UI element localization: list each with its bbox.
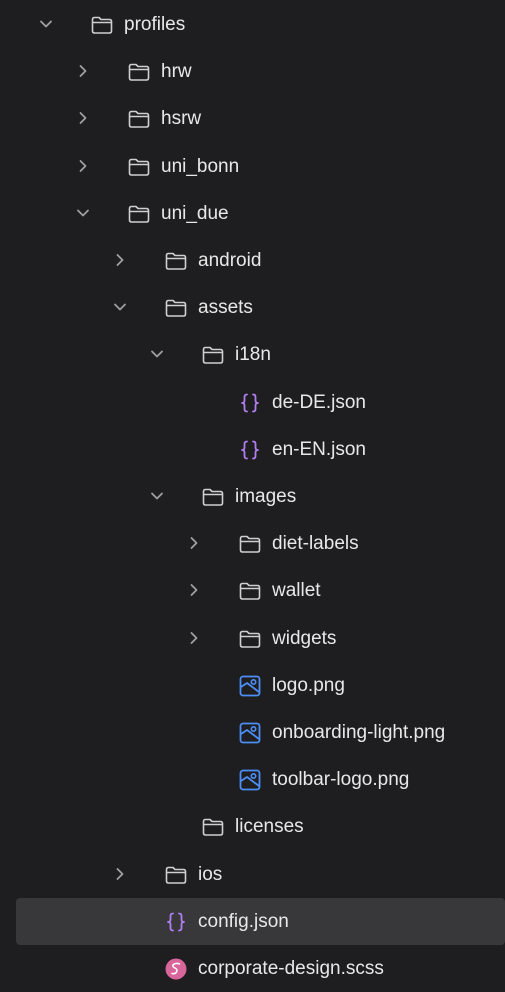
folder-icon [164,296,188,320]
folder-icon [127,60,151,84]
chevron-down-icon[interactable] [148,345,166,363]
file-tree: profiles hrw hsrw uni_bonn uni_dueandroid ass… [0,0,505,980]
chevron-right-icon[interactable] [185,534,203,552]
tree-row-de-de-json[interactable]: de-DE.json [0,379,505,426]
folder-icon [238,532,262,556]
folder-icon [90,13,114,37]
folder-icon [238,627,262,651]
tree-row-en-en-json[interactable]: en-EN.json [0,426,505,473]
tree-row-android[interactable]: android [0,237,505,284]
folder-icon [127,202,151,226]
chevron-right-icon[interactable] [111,251,129,269]
folder-icon [127,107,151,131]
tree-item-label: hsrw [161,108,202,130]
folder-icon [164,249,188,273]
tree-row-i18n[interactable]: i18n [0,331,505,378]
tree-row-widgets[interactable]: widgets [0,615,505,662]
chevron-right-icon[interactable] [185,629,203,647]
json-file-icon [238,438,262,462]
folder-icon [201,485,225,509]
tree-row-profiles[interactable]: profiles [0,1,505,48]
tree-row-uni-due[interactable]: uni_due [0,190,505,237]
tree-item-label: ios [198,863,223,885]
tree-row-assets[interactable]: assets [0,284,505,331]
tree-item-label: uni_bonn [161,155,240,177]
chevron-right-icon[interactable] [74,109,92,127]
tree-item-label: diet-labels [272,533,359,555]
tree-item-label: licenses [235,816,304,838]
tree-row-uni-bonn[interactable]: uni_bonn [0,143,505,190]
tree-item-label: en-EN.json [272,438,366,460]
tree-row-ios[interactable]: ios [0,851,505,898]
tree-item-label: i18n [235,344,271,366]
chevron-right-icon[interactable] [74,157,92,175]
tree-item-label: toolbar-logo.png [272,769,410,791]
chevron-down-icon[interactable] [148,487,166,505]
folder-icon [201,815,225,839]
tree-item-label: images [235,486,297,507]
image-file-icon [238,721,262,745]
folder-icon [238,579,262,603]
folder-icon [127,155,151,179]
image-file-icon [238,674,262,698]
tree-row-toolbar-logo-png[interactable]: toolbar-logo.png [0,756,505,803]
tree-item-label: assets [198,297,253,319]
chevron-down-icon[interactable] [74,204,92,222]
json-file-icon [164,910,188,934]
tree-item-label: logo.png [272,674,345,696]
tree-row-licenses[interactable]: licenses [0,803,505,850]
tree-row-config-json[interactable]: config.json [16,897,505,945]
tree-item-label: de-DE.json [272,391,366,413]
folder-icon [201,343,225,367]
tree-row-hsrw[interactable]: hsrw [0,95,505,142]
tree-item-label: onboarding-light.png [272,722,446,743]
chevron-right-icon[interactable] [74,62,92,80]
tree-item-label: profiles [124,14,186,35]
tree-row-onboarding-light-png[interactable]: onboarding-light.png [0,709,505,756]
chevron-right-icon[interactable] [111,865,129,883]
image-file-icon [238,768,262,792]
json-file-icon [238,391,262,415]
tree-item-label: uni_due [161,202,229,224]
tree-row-images[interactable]: images [0,473,505,520]
tree-row-corporate-design-scss[interactable]: corporate-design.scss [0,945,505,992]
tree-item-label: hrw [161,61,192,83]
tree-row-hrw[interactable]: hrw [0,48,505,95]
tree-item-label: config.json [198,910,289,932]
chevron-down-icon[interactable] [111,298,129,316]
sass-file-icon [164,957,188,981]
tree-item-label: wallet [272,580,321,602]
folder-icon [164,863,188,887]
tree-item-label: corporate-design.scss [198,958,384,979]
tree-item-label: android [198,250,262,271]
tree-row-wallet[interactable]: wallet [0,567,505,614]
tree-item-label: widgets [272,627,337,649]
tree-row-logo-png[interactable]: logo.png [0,662,505,709]
chevron-right-icon[interactable] [185,581,203,599]
tree-row-diet-labels[interactable]: diet-labels [0,520,505,567]
chevron-down-icon[interactable] [37,15,55,33]
